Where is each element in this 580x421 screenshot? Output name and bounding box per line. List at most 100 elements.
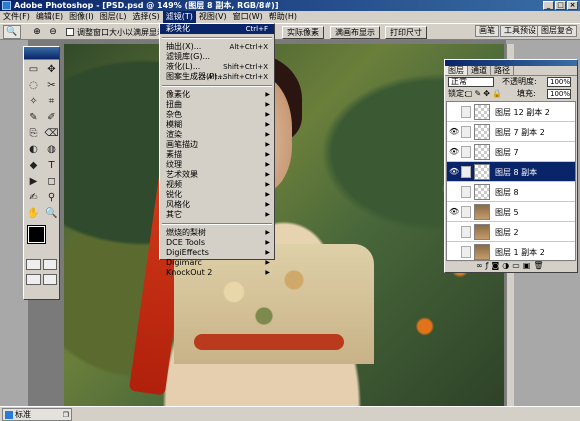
standard-mode-button[interactable] <box>26 259 41 270</box>
toolbox-header[interactable] <box>24 47 59 60</box>
visibility-eye-icon[interactable]: 👁 <box>449 207 459 217</box>
menu-edit[interactable]: 编辑(E) <box>33 11 66 23</box>
menu-file[interactable]: 文件(F) <box>0 11 33 23</box>
filter-submenu-noise[interactable]: 杂色 ▶ <box>160 110 274 120</box>
zoom-tool-icon[interactable]: 🔍 <box>43 206 60 221</box>
layer-link-box[interactable] <box>461 126 471 138</box>
well-tab-layer-comps[interactable]: 图层复合 <box>537 25 577 37</box>
clone-stamp-tool-icon[interactable]: ⎘ <box>25 126 42 141</box>
menu-layer[interactable]: 图层(L) <box>97 11 130 23</box>
blend-mode-select[interactable]: 正常 <box>448 77 494 87</box>
lock-options-icon[interactable]: ▢✎✥🔒 <box>465 88 504 100</box>
filter-plugin-burning-pear[interactable]: 燃烧的梨树 ▶ <box>160 228 274 238</box>
zoom-out-icon[interactable]: ⊖ <box>46 26 60 38</box>
history-brush-tool-icon[interactable]: ⌫ <box>43 126 60 141</box>
magic-wand-tool-icon[interactable]: ✂ <box>43 78 60 93</box>
filter-plugin-knockout[interactable]: KnockOut 2 ▶ <box>160 268 274 278</box>
menu-image[interactable]: 图像(I) <box>66 11 97 23</box>
zoom-tool-preset-icon[interactable]: 🔍 <box>3 25 21 39</box>
filter-submenu-other[interactable]: 其它 ▶ <box>160 210 274 220</box>
filter-menu-liquify[interactable]: 液化(L)... Shift+Ctrl+X <box>160 62 274 72</box>
marquee-tool-icon[interactable]: ▭ <box>25 62 42 77</box>
path-selection-tool-icon[interactable]: ▶ <box>25 174 42 189</box>
healing-brush-tool-icon[interactable]: ✎ <box>25 110 42 125</box>
eraser-tool-icon[interactable]: ◐ <box>25 142 42 157</box>
visibility-eye-icon[interactable]: 👁 <box>449 127 459 137</box>
layer-row[interactable]: 图层 1 副本 2 <box>447 242 575 262</box>
resize-window-checkbox[interactable] <box>66 28 74 36</box>
layer-row-selected[interactable]: 👁 图层 8 副本 <box>447 162 575 182</box>
slice-tool-icon[interactable]: ⌗ <box>43 94 60 109</box>
filter-menu-pattern-maker[interactable]: 图案生成器(P)... Alt+Shift+Ctrl+X <box>160 72 274 82</box>
menu-select[interactable]: 选择(S) <box>129 11 162 23</box>
crop-tool-icon[interactable]: ✧ <box>25 94 42 109</box>
gradient-tool-icon[interactable]: ◍ <box>43 142 60 157</box>
layer-link-box[interactable] <box>461 106 471 118</box>
visibility-eye-icon[interactable] <box>449 107 459 117</box>
zoom-in-icon[interactable]: ⊕ <box>30 26 44 38</box>
document-tab[interactable]: 标准 ❐ <box>2 408 72 421</box>
eyedropper-tool-icon[interactable]: ⚲ <box>43 190 60 205</box>
layer-row[interactable]: 👁 图层 5 <box>447 202 575 222</box>
print-size-button[interactable]: 打印尺寸 <box>385 26 427 39</box>
tab-layers[interactable]: 图层 <box>445 66 468 75</box>
restore-icon[interactable]: ❐ <box>63 410 69 421</box>
new-group-icon[interactable]: ▭ <box>512 261 520 271</box>
layer-link-box[interactable] <box>461 226 471 238</box>
menu-filter[interactable]: 滤镜(T) <box>162 11 196 23</box>
filter-submenu-sketch[interactable]: 素描 ▶ <box>160 150 274 160</box>
minimize-button[interactable]: _ <box>543 1 554 10</box>
filter-submenu-pixelate[interactable]: 像素化 ▶ <box>160 90 274 100</box>
filter-plugin-dce-tools[interactable]: DCE Tools ▶ <box>160 238 274 248</box>
layer-link-box[interactable] <box>461 186 471 198</box>
trash-icon[interactable]: 🗑 <box>533 261 543 271</box>
layer-style-icon[interactable]: ƒ <box>486 261 489 271</box>
layer-row[interactable]: 图层 2 <box>447 222 575 242</box>
adjustment-layer-icon[interactable]: ◑ <box>502 261 509 271</box>
brush-tool-icon[interactable]: ✐ <box>43 110 60 125</box>
visibility-eye-icon[interactable]: 👁 <box>449 167 459 177</box>
layer-row[interactable]: 图层 8 <box>447 182 575 202</box>
fill-field[interactable]: 100% <box>547 89 571 99</box>
layer-row[interactable]: 图层 12 副本 2 <box>447 102 575 122</box>
maximize-button[interactable]: □ <box>555 1 566 10</box>
opacity-field[interactable]: 100% <box>547 77 571 87</box>
quick-mask-mode-button[interactable] <box>42 259 57 270</box>
foreground-color-swatch[interactable] <box>27 225 46 244</box>
visibility-eye-icon[interactable] <box>449 227 459 237</box>
menu-window[interactable]: 窗口(W) <box>230 11 266 23</box>
filter-menu-last-filter[interactable]: 彩块化 Ctrl+F <box>160 24 274 34</box>
filter-submenu-stylize[interactable]: 风格化 ▶ <box>160 200 274 210</box>
move-tool-icon[interactable]: ✥ <box>43 62 60 77</box>
filter-submenu-distort[interactable]: 扭曲 ▶ <box>160 100 274 110</box>
tab-channels[interactable]: 通道 <box>468 66 491 75</box>
visibility-eye-icon[interactable] <box>449 187 459 197</box>
filter-plugin-digimarc[interactable]: Digimarc ▶ <box>160 258 274 268</box>
filter-submenu-blur[interactable]: 模糊 ▶ <box>160 120 274 130</box>
filter-menu-filter-gallery[interactable]: 滤镜库(G)... <box>160 52 274 62</box>
filter-submenu-texture[interactable]: 纹理 ▶ <box>160 160 274 170</box>
layer-link-box[interactable] <box>461 246 471 258</box>
lasso-tool-icon[interactable]: ◌ <box>25 78 42 93</box>
filter-submenu-artistic[interactable]: 艺术效果 ▶ <box>160 170 274 180</box>
shape-tool-icon[interactable]: ◻ <box>43 174 60 189</box>
tab-paths[interactable]: 路径 <box>491 66 514 75</box>
visibility-eye-icon[interactable]: 👁 <box>449 147 459 157</box>
well-tab-brushes[interactable]: 画笔 <box>475 25 499 37</box>
fit-on-screen-button[interactable]: 满画布显示 <box>330 26 380 39</box>
visibility-eye-icon[interactable] <box>449 247 459 257</box>
filter-submenu-render[interactable]: 渲染 ▶ <box>160 130 274 140</box>
filter-menu-extract[interactable]: 抽出(X)... Alt+Ctrl+X <box>160 42 274 52</box>
add-mask-icon[interactable]: ◙ <box>492 261 500 271</box>
layer-row[interactable]: 👁 图层 7 副本 2 <box>447 122 575 142</box>
close-button[interactable]: × <box>567 1 578 10</box>
layer-link-box[interactable] <box>461 146 471 158</box>
filter-submenu-video[interactable]: 视频 ▶ <box>160 180 274 190</box>
filter-submenu-brush-strokes[interactable]: 画笔描边 ▶ <box>160 140 274 150</box>
menu-view[interactable]: 视图(V) <box>196 11 230 23</box>
notes-tool-icon[interactable]: ✍ <box>25 190 42 205</box>
layer-row[interactable]: 👁 图层 7 <box>447 142 575 162</box>
filter-submenu-sharpen[interactable]: 锐化 ▶ <box>160 190 274 200</box>
filter-plugin-digieffects[interactable]: DigiEffects ▶ <box>160 248 274 258</box>
well-tab-tool-presets[interactable]: 工具预设 <box>500 25 540 37</box>
